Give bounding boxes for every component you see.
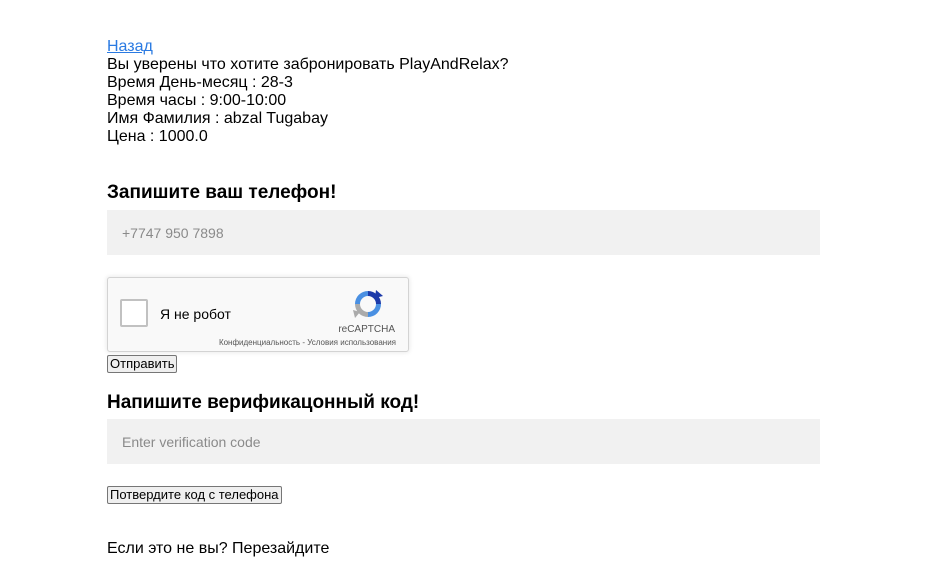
recaptcha-links: Конфиденциальность - Условия использован…	[219, 338, 396, 347]
booking-name: Имя Фамилия : abzal Tugabay	[107, 110, 328, 127]
recaptcha-brand: reCAPTCHA	[338, 324, 395, 335]
confirm-question: Вы уверены что хотите забронировать Play…	[107, 56, 509, 73]
recaptcha-logo-icon	[353, 290, 383, 318]
back-link[interactable]: Назад	[107, 38, 820, 56]
booking-page: Назад Вы уверены что хотите забронироват…	[107, 38, 820, 557]
recaptcha-privacy-link[interactable]: Конфиденциальность	[219, 338, 300, 347]
recaptcha-checkbox[interactable]	[120, 299, 148, 327]
send-button[interactable]: Отправить	[107, 355, 178, 373]
phone-heading: Запишите ваш телефон!	[107, 182, 337, 203]
recaptcha-label: Я не робот	[160, 306, 231, 322]
relogin-text: Если это не вы? Перезайдите	[107, 540, 330, 557]
confirm-code-button[interactable]: Потвердите код с телефона	[107, 486, 282, 504]
recaptcha-widget: Я не робот reCAPTCHA Конфиденциальность …	[107, 277, 409, 352]
booking-time: Время часы : 9:00-10:00	[107, 92, 287, 109]
booking-price: Цена : 1000.0	[107, 128, 208, 145]
booking-info: Назад Вы уверены что хотите забронироват…	[107, 38, 820, 146]
verification-heading: Напишите верификацонный код!	[107, 392, 420, 413]
booking-date: Время День-месяц : 28-3	[107, 74, 293, 91]
verification-code-input[interactable]	[107, 419, 820, 464]
recaptcha-terms-link[interactable]: Условия использования	[307, 338, 396, 347]
phone-input[interactable]	[107, 210, 820, 255]
